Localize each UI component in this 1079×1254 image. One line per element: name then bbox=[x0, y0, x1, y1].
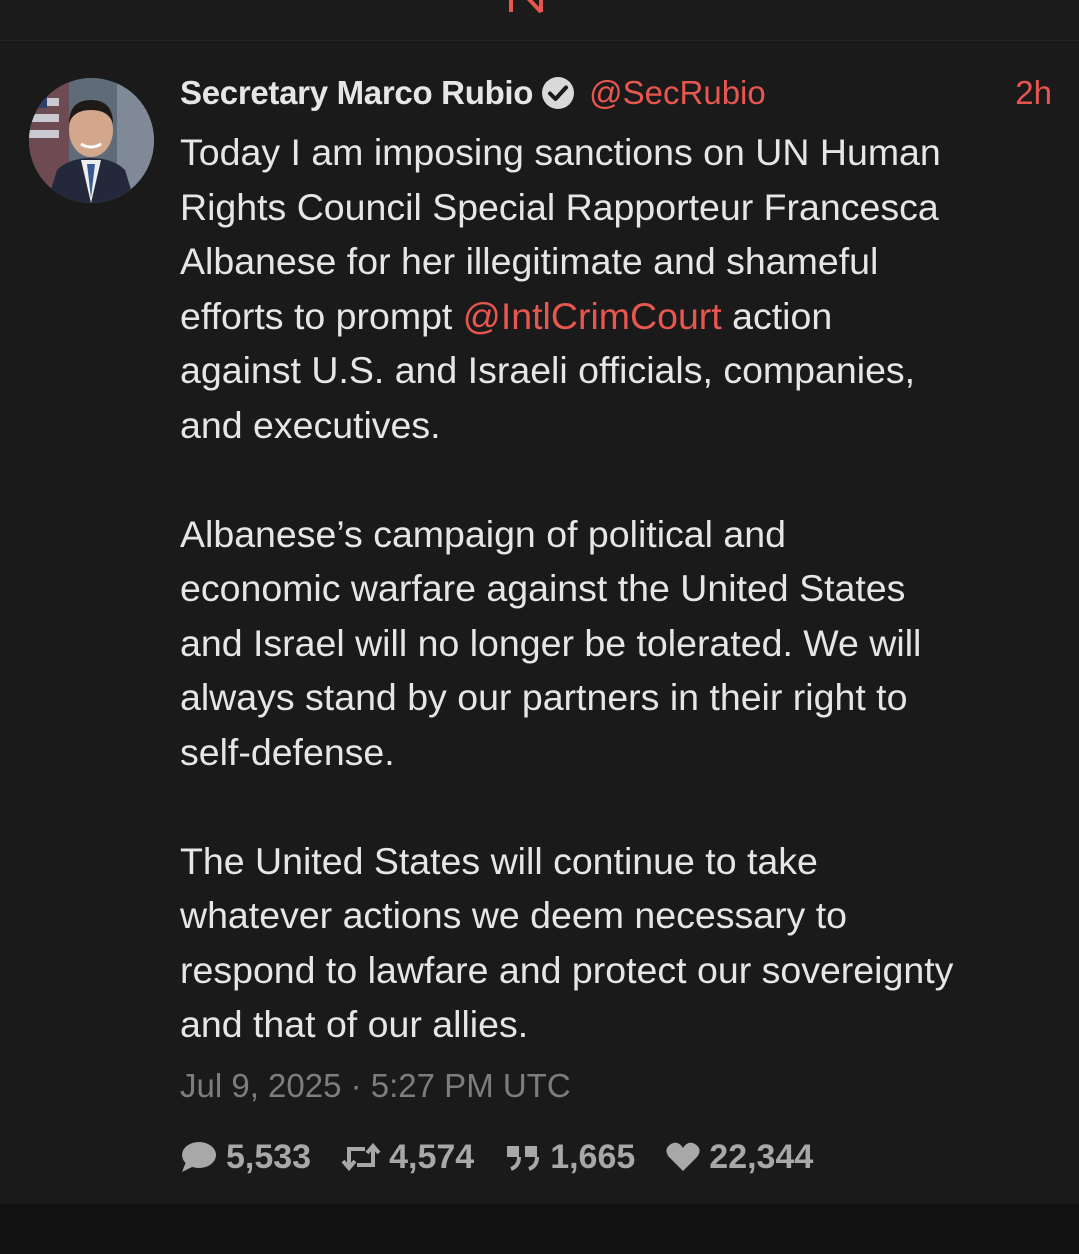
relative-time[interactable]: 2h bbox=[1015, 74, 1052, 112]
profile-photo bbox=[29, 78, 154, 203]
text-line: self-defense. bbox=[180, 730, 395, 773]
bottom-area bbox=[0, 1204, 1079, 1254]
repost-stat[interactable]: 4,574 bbox=[341, 1138, 474, 1177]
comment-icon bbox=[182, 1142, 216, 1172]
top-bar bbox=[0, 0, 1079, 41]
text-line: efforts to prompt @IntlCrimCourt action bbox=[180, 289, 1060, 344]
post-timestamp[interactable]: Jul 9, 2025 · 5:27 PM UTC bbox=[180, 1067, 571, 1105]
text-line: The United States will continue to take bbox=[180, 839, 818, 882]
text-segment: action bbox=[721, 294, 833, 337]
text-line: whatever actions we deem necessary to bbox=[180, 894, 847, 936]
author-handle[interactable]: @SecRubio bbox=[589, 74, 766, 112]
repost-count: 4,574 bbox=[389, 1137, 475, 1176]
mention-link[interactable]: @IntlCrimCourt bbox=[463, 295, 722, 337]
text-line: respond to lawfare and protect our sover… bbox=[180, 948, 954, 991]
like-count: 22,344 bbox=[709, 1137, 814, 1176]
like-stat[interactable]: 22,344 bbox=[665, 1138, 813, 1177]
quote-count: 1,665 bbox=[550, 1137, 636, 1176]
reply-count: 5,533 bbox=[226, 1137, 312, 1176]
text-line: always stand by our partners in their ri… bbox=[180, 676, 908, 718]
heart-icon bbox=[666, 1142, 700, 1171]
text-line: and Israel will no longer be tolerated. … bbox=[180, 621, 922, 664]
text-line: and that of our allies. bbox=[180, 1003, 529, 1045]
text-line: and executives. bbox=[180, 403, 441, 446]
text-line: economic warfare against the United Stat… bbox=[180, 567, 906, 609]
post-stats: 5,533 4,574 1,665 22,344 bbox=[180, 1133, 843, 1181]
text-line: Rights Council Special Rapporteur France… bbox=[180, 185, 939, 228]
text-line: Albanese for her illegitimate and shamef… bbox=[180, 240, 879, 282]
quote-icon bbox=[507, 1146, 540, 1171]
reply-stat[interactable]: 5,533 bbox=[180, 1138, 311, 1177]
quote-stat[interactable]: 1,665 bbox=[504, 1138, 635, 1177]
post-text: Today I am imposing sanctions on UN Huma… bbox=[180, 125, 1060, 1052]
post-card[interactable]: Secretary Marco Rubio @SecRubio 2h Today… bbox=[0, 41, 1079, 1204]
text-line: Today I am imposing sanctions on UN Huma… bbox=[180, 131, 941, 173]
avatar[interactable] bbox=[29, 78, 154, 203]
verified-check-icon bbox=[542, 77, 575, 109]
text-line: against U.S. and Israeli officials, comp… bbox=[180, 349, 916, 391]
text-segment: efforts to prompt bbox=[180, 294, 463, 337]
repost-icon bbox=[341, 1142, 381, 1172]
text-line: Albanese’s campaign of political and bbox=[180, 512, 786, 555]
author-name[interactable]: Secretary Marco Rubio bbox=[180, 74, 533, 112]
post-header: Secretary Marco Rubio @SecRubio 2h bbox=[180, 71, 1052, 115]
app-logo-icon[interactable] bbox=[508, 0, 544, 14]
